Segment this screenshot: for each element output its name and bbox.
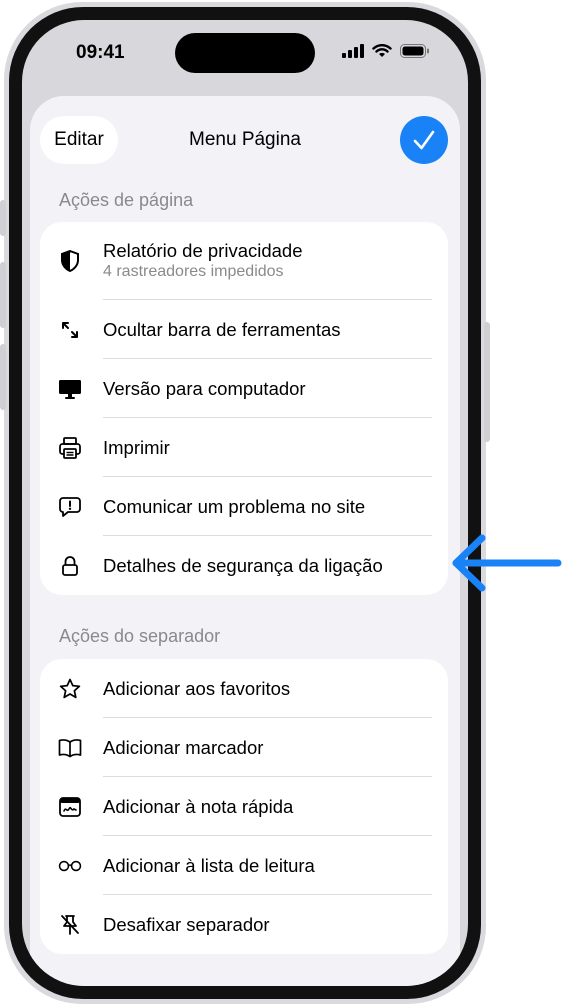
quick-note-icon — [58, 795, 82, 819]
report-issue-label: Comunicar um problema no site — [103, 495, 366, 517]
page-actions-group: Relatório de privacidade 4 rastreadores … — [40, 222, 448, 595]
action-button — [0, 200, 6, 236]
page-menu-sheet: Editar Menu Página Ações de página Relat… — [30, 96, 460, 986]
desktop-icon — [58, 377, 82, 401]
menu-item-add-reading-list[interactable]: Adicionar à lista de leitura — [40, 836, 448, 895]
menu-item-connection-security[interactable]: Detalhes de segurança da ligação — [40, 536, 448, 595]
status-icons — [342, 44, 430, 58]
volume-down-button — [0, 344, 6, 410]
add-quick-note-label: Adicionar à nota rápida — [103, 795, 294, 817]
lock-icon — [58, 554, 82, 578]
menu-item-add-favorites[interactable]: Adicionar aos favoritos — [40, 659, 448, 718]
menu-item-unpin-tab[interactable]: Desafixar separador — [40, 895, 448, 954]
menu-item-report-issue[interactable]: Comunicar um problema no site — [40, 477, 448, 536]
privacy-report-label: Relatório de privacidade — [103, 240, 303, 261]
star-icon — [58, 677, 82, 701]
glasses-icon — [58, 854, 82, 878]
add-reading-list-label: Adicionar à lista de leitura — [103, 854, 315, 876]
screen: 09:41 Editar Menu Página Ações de página — [22, 20, 468, 986]
trackers-blocked-label: 4 rastreadores impedidos — [103, 263, 284, 280]
menu-item-print[interactable]: Imprimir — [40, 418, 448, 477]
section-header-tab-actions: Ações do separador — [59, 626, 221, 646]
print-label: Imprimir — [103, 436, 170, 458]
desktop-version-label: Versão para computador — [103, 377, 306, 399]
menu-item-add-quick-note[interactable]: Adicionar à nota rápida — [40, 777, 448, 836]
sheet-title: Menu Página — [189, 129, 301, 150]
section-header-page-actions: Ações de página — [59, 190, 194, 210]
menu-item-add-bookmark[interactable]: Adicionar marcador — [40, 718, 448, 777]
hide-toolbar-label: Ocultar barra de ferramentas — [103, 318, 341, 340]
checkmark-icon — [413, 130, 435, 150]
done-button[interactable] — [400, 116, 448, 164]
add-favorites-label: Adicionar aos favoritos — [103, 677, 291, 699]
report-bubble-icon — [58, 495, 82, 519]
tab-actions-group: Adicionar aos favoritos Adicionar marcad… — [40, 659, 448, 954]
status-time: 09:41 — [76, 42, 125, 63]
add-bookmark-label: Adicionar marcador — [103, 736, 264, 758]
unpin-tab-label: Desafixar separador — [103, 913, 270, 935]
dynamic-island — [175, 33, 315, 73]
privacy-shield-icon — [58, 249, 82, 273]
callout-arrow-icon — [452, 534, 562, 592]
side-button — [484, 322, 490, 442]
unpin-icon — [58, 913, 82, 937]
connection-security-label: Detalhes de segurança da ligação — [103, 554, 383, 576]
menu-item-privacy-report[interactable]: Relatório de privacidade 4 rastreadores … — [40, 222, 448, 300]
menu-item-desktop-version[interactable]: Versão para computador — [40, 359, 448, 418]
printer-icon — [58, 436, 82, 460]
menu-item-hide-toolbar[interactable]: Ocultar barra de ferramentas — [40, 300, 448, 359]
resize-arrows-icon — [58, 318, 82, 342]
wifi-icon — [372, 44, 392, 57]
volume-up-button — [0, 262, 6, 328]
battery-icon — [400, 44, 429, 58]
signal-icon — [342, 44, 364, 58]
book-icon — [58, 736, 82, 760]
